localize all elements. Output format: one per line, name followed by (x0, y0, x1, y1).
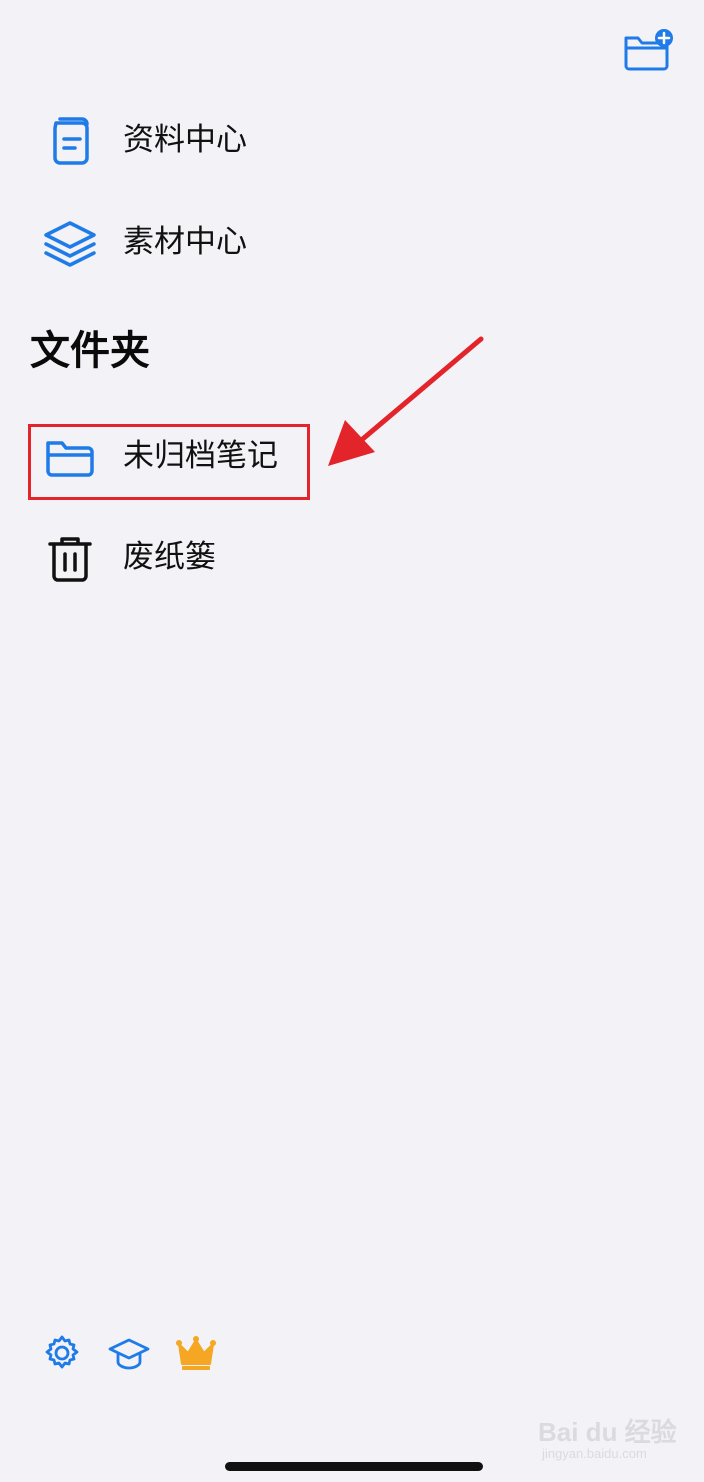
watermark-brand: Bai du 经验 (538, 1417, 677, 1447)
folder-plus-icon (624, 29, 673, 71)
folder-item-label: 废纸篓 (123, 539, 216, 575)
nav-item-material-center[interactable]: 素材中心 (30, 199, 670, 285)
watermark: Bai du 经验 jingyan.baidu.com (538, 1404, 698, 1470)
new-folder-button[interactable] (620, 26, 676, 74)
gear-icon (45, 1335, 79, 1369)
graduation-cap-icon (108, 1338, 150, 1370)
crown-icon (176, 1336, 216, 1370)
layers-icon (44, 221, 96, 267)
tutorial-button[interactable] (108, 1332, 150, 1374)
folder-item-trash[interactable]: 废纸篓 (30, 514, 670, 600)
folders-section-title: 文件夹 (30, 328, 150, 374)
document-icon (53, 117, 89, 165)
trash-icon (48, 537, 92, 582)
nav-item-label: 资料中心 (123, 122, 247, 158)
annotation-highlight-box (28, 424, 310, 500)
watermark-url: jingyan.baidu.com (542, 1446, 647, 1461)
nav-item-resource-center[interactable]: 资料中心 (30, 97, 670, 183)
premium-button[interactable] (175, 1332, 217, 1374)
home-indicator[interactable] (225, 1462, 483, 1471)
nav-item-label: 素材中心 (123, 224, 247, 260)
settings-button[interactable] (41, 1332, 83, 1374)
